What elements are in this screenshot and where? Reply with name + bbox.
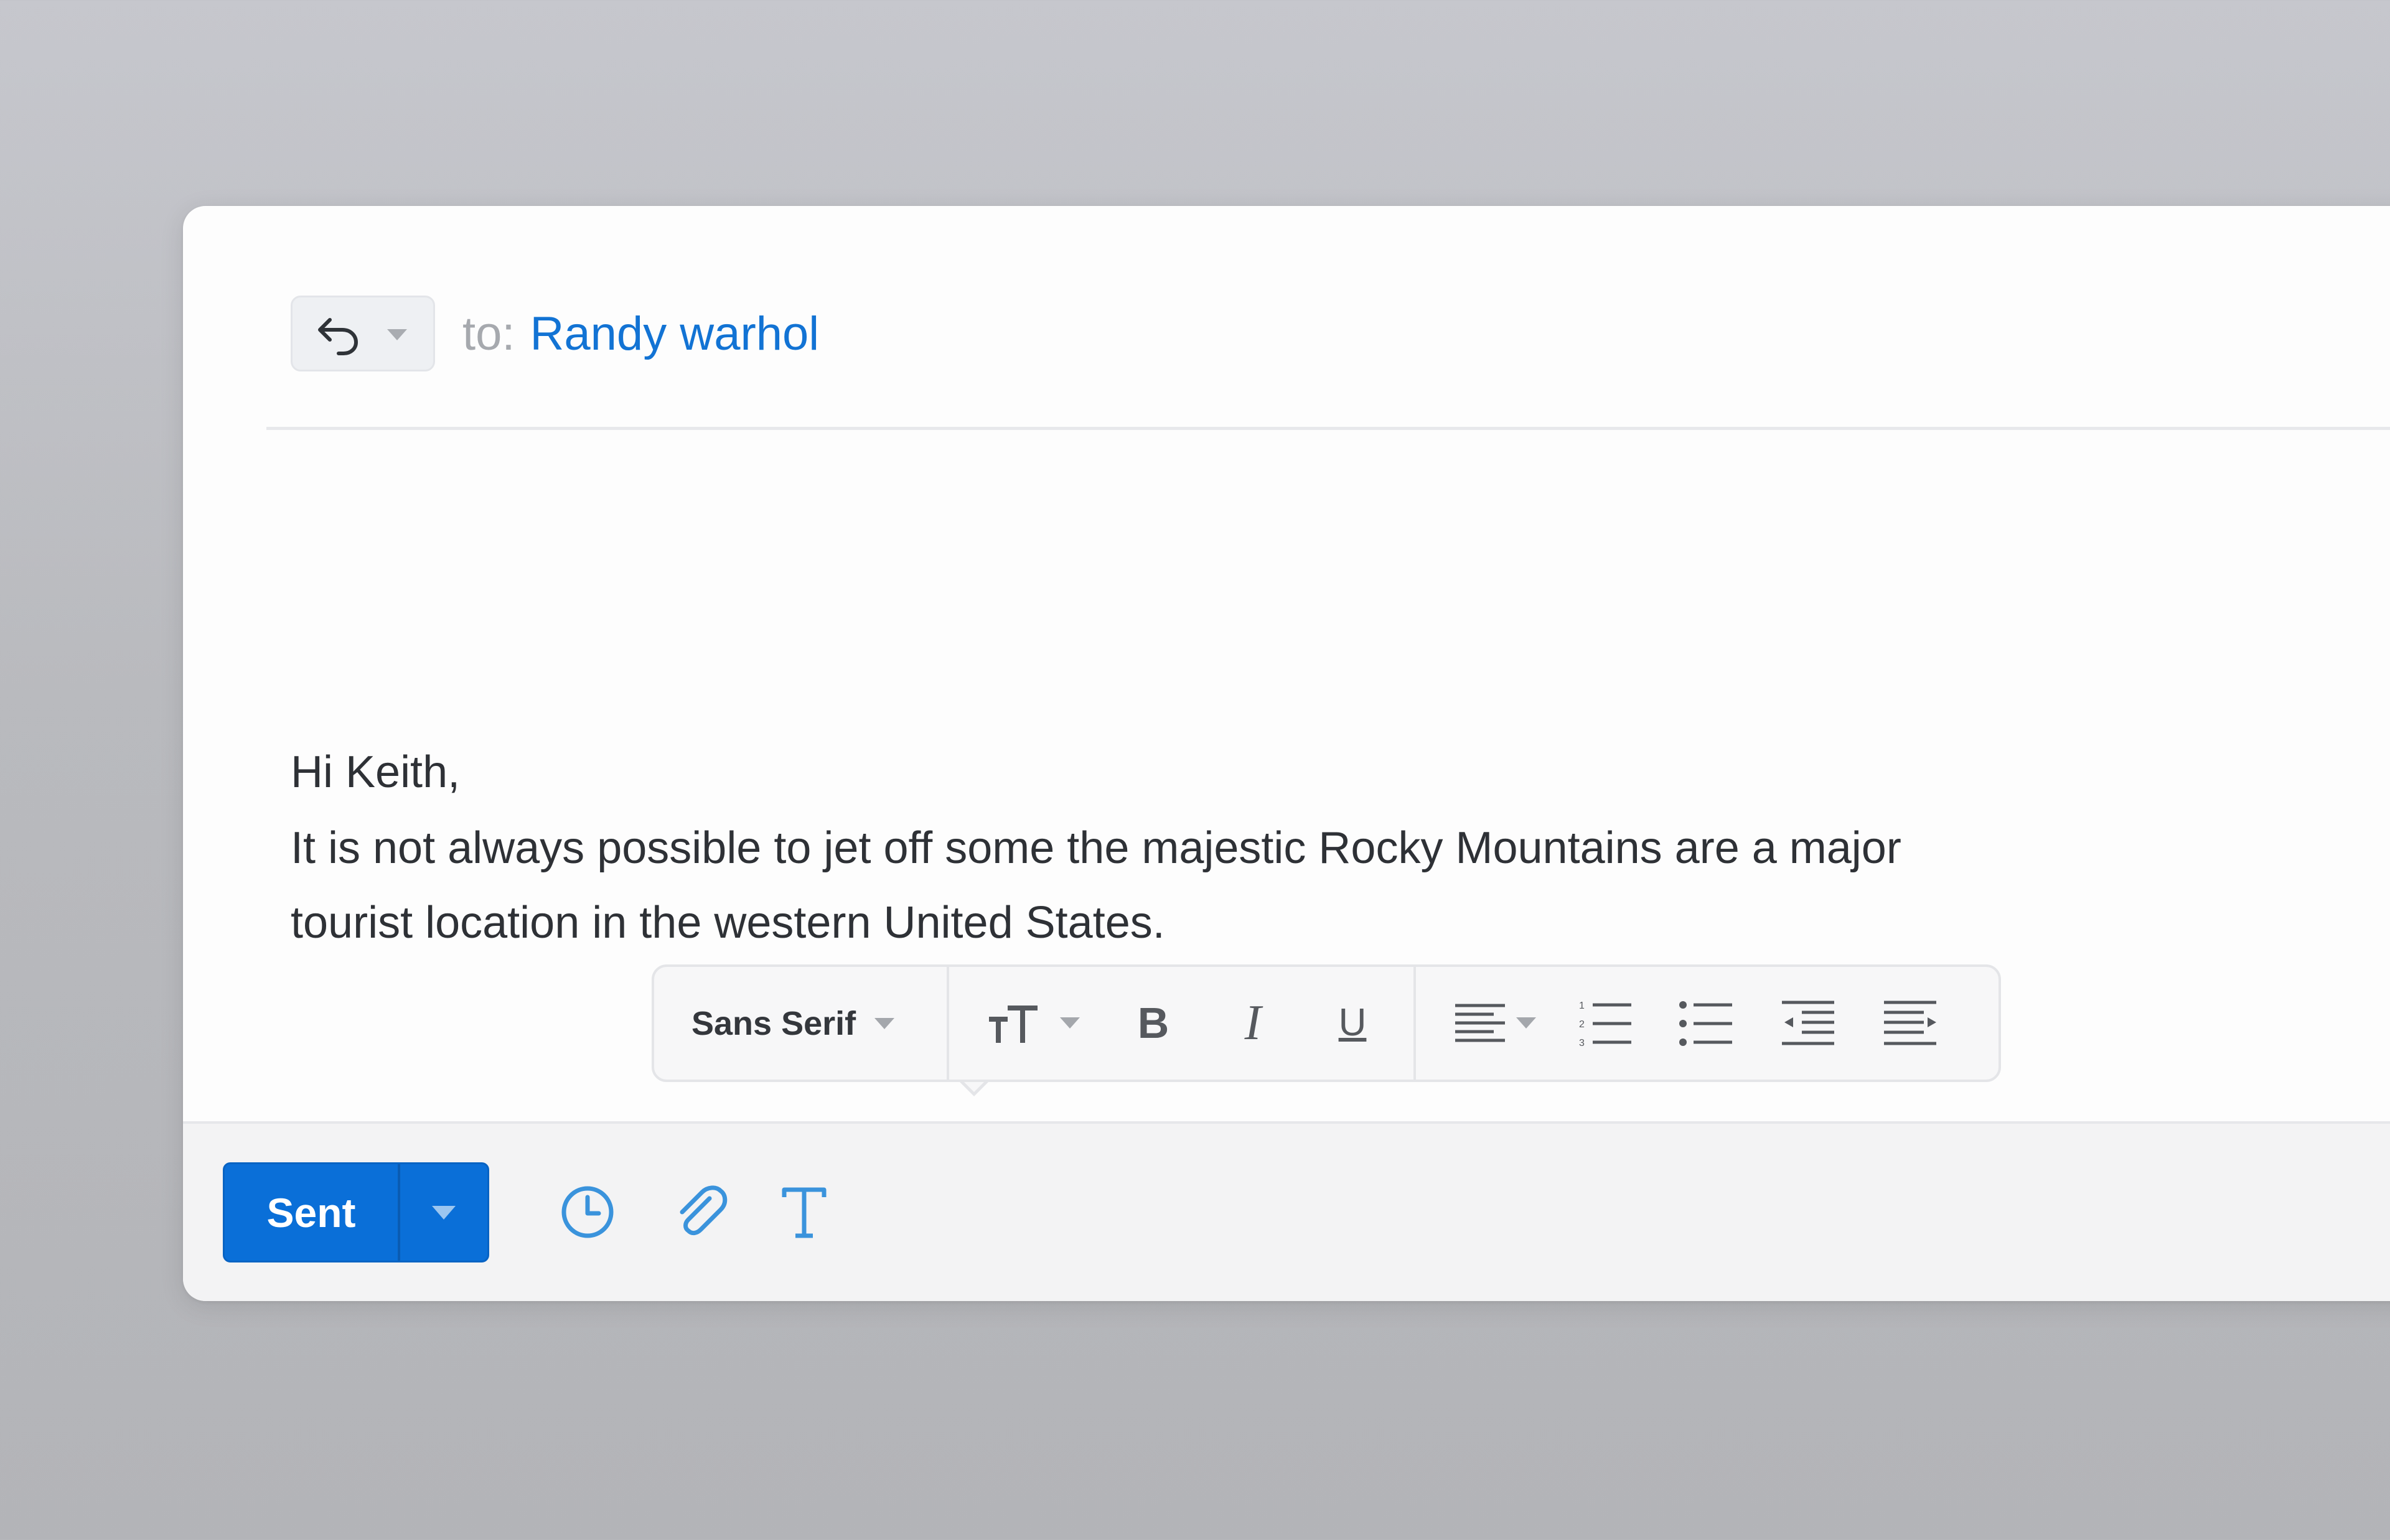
bold-label: B <box>1137 999 1169 1047</box>
chevron-down-icon <box>1060 1017 1080 1029</box>
indent-less-icon <box>1782 1001 1834 1045</box>
message-greeting: Hi Keith, <box>291 747 461 797</box>
font-family-select[interactable]: Sans Serif <box>691 967 896 1080</box>
svg-text:3: 3 <box>1579 1038 1585 1047</box>
underline-label: U <box>1338 1001 1367 1044</box>
font-family-label: Sans Serif <box>691 1004 856 1042</box>
schedule-send-button[interactable] <box>556 1181 619 1243</box>
numbered-list-button[interactable]: 1 2 3 <box>1574 992 1636 1054</box>
compose-footer: Sent <box>183 1121 2390 1301</box>
reply-icon <box>318 318 358 355</box>
chevron-down-icon <box>874 1017 895 1029</box>
header-divider <box>266 427 2390 430</box>
to-label: to: <box>462 307 515 360</box>
attach-file-button[interactable] <box>668 1181 731 1243</box>
numbered-list-icon: 1 2 3 <box>1579 1001 1631 1047</box>
align-left-icon <box>1455 1004 1505 1042</box>
chevron-down-icon <box>1516 1017 1536 1029</box>
chevron-down-icon <box>432 1205 456 1220</box>
paperclip-icon <box>680 1185 728 1236</box>
text-format-icon <box>782 1187 827 1238</box>
indent-less-button[interactable] <box>1777 992 1839 1054</box>
indent-more-button[interactable] <box>1879 992 1941 1054</box>
formatting-toolbar: Sans Serif B I U 1 2 3 <box>652 964 2001 1082</box>
message-paragraph: It is not always possible to jet off som… <box>291 823 1901 948</box>
send-button[interactable]: Sent <box>225 1164 398 1261</box>
svg-text:1: 1 <box>1579 1001 1585 1011</box>
align-button[interactable] <box>1440 992 1552 1054</box>
send-options-button[interactable] <box>400 1164 487 1261</box>
bullet-list-icon <box>1679 1001 1732 1046</box>
indent-more-icon <box>1884 1001 1936 1045</box>
chevron-down-icon <box>387 329 407 340</box>
italic-label: I <box>1244 996 1262 1050</box>
toolbar-separator <box>1413 967 1416 1080</box>
send-button-group: Sent <box>223 1162 489 1262</box>
recipient-name[interactable]: Randy warhol <box>530 307 820 361</box>
compose-window: to: Randy warhol Hi Keith, It is not alw… <box>183 206 2390 1301</box>
bullet-list-button[interactable] <box>1675 992 1737 1054</box>
font-size-button[interactable] <box>978 992 1090 1054</box>
toolbar-separator <box>947 967 949 1080</box>
text-format-button[interactable] <box>773 1181 835 1243</box>
svg-text:2: 2 <box>1579 1019 1585 1030</box>
underline-button[interactable]: U <box>1321 992 1384 1054</box>
compose-header: to: Randy warhol <box>183 206 2390 430</box>
recipient-line: to: Randy warhol <box>462 299 819 368</box>
reply-mode-button[interactable] <box>291 296 435 371</box>
bold-button[interactable]: B <box>1122 992 1184 1054</box>
italic-button[interactable]: I <box>1222 992 1284 1054</box>
text-size-icon <box>989 1006 1038 1043</box>
clock-icon <box>561 1186 614 1238</box>
